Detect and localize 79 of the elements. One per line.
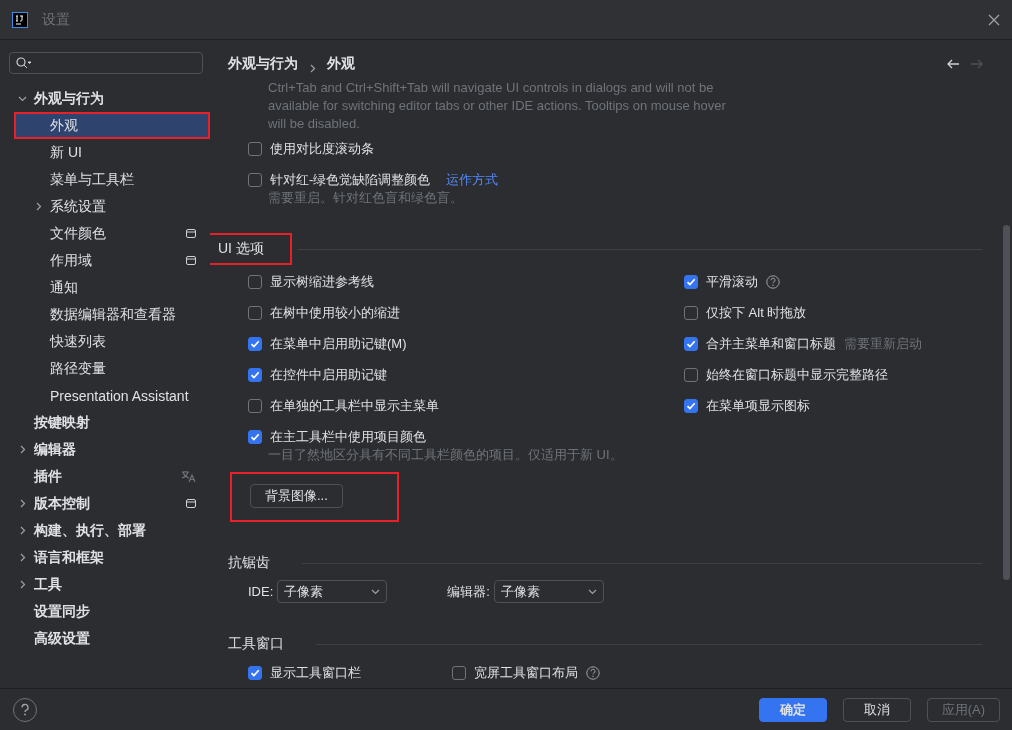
field-label: IDE: [248,584,274,599]
checkbox-label: 使用对比度滚动条 [270,139,374,158]
link[interactable]: 运作方式 [446,170,499,189]
sidebar-item[interactable]: 新 UI [0,139,210,166]
sidebar-item[interactable]: 系统设置 [0,193,210,220]
checkbox[interactable] [684,398,698,413]
sidebar-item[interactable]: 按键映射 [0,409,210,436]
checkbox[interactable] [248,336,262,351]
sidebar-item[interactable]: 高级设置 [0,625,210,652]
help-icon[interactable] [586,665,600,680]
info-text: Ctrl+Tab and Ctrl+Shift+Tab will navigate UI controls in dialogs and will not be available for switching editor tabs or other IDE actions. Tooltips on mouse hover will be disabled. [268,79,727,133]
sidebar-item[interactable]: 插件 [0,463,210,490]
sidebar-item[interactable]: 构建、执行、部署 [0,517,210,544]
chevron-down-icon [587,587,597,596]
sidebar-item[interactable]: 文件颜色 [0,220,210,247]
dialog-button[interactable]: 取消 [842,697,911,722]
sidebar-item[interactable]: 编辑器 [0,436,210,463]
hint-text: 需要重启。针对红色盲和绿色盲。 [268,189,464,207]
sidebar-item[interactable]: 路径变量 [0,355,210,382]
sidebar-item[interactable]: 外观与行为 [0,85,210,112]
note-text: 需要重新启动 [844,334,922,353]
background-image-button[interactable]: 背景图像... [250,484,343,508]
checkbox[interactable] [248,305,262,320]
checkbox-label: 显示树缩进参考线 [270,272,374,291]
checkbox-label: 平滑滚动 [706,272,758,291]
scrollbar[interactable] [1003,225,1010,580]
checkbox[interactable] [248,429,262,444]
checkbox[interactable] [248,274,262,289]
sidebar-item[interactable]: 语言和框架 [0,544,210,571]
sidebar-item[interactable]: 通知 [0,274,210,301]
dropdown[interactable]: 子像素 [277,580,388,603]
checkbox-label: 在控件中启用助记键 [270,365,387,384]
sidebar-item[interactable]: 外观 [14,112,210,139]
help-icon[interactable] [766,274,780,289]
checkbox-label: 在菜单项显示图标 [706,396,810,415]
window-title: 设置 [42,10,71,29]
sidebar-item[interactable]: Presentation Assistant [0,382,210,409]
search-icon [16,57,32,69]
section-title: 工具窗口 [228,634,285,653]
checkbox-label: 在菜单中启用助记键(M) [270,334,407,353]
checkbox[interactable] [248,172,262,187]
chevron-down-icon [371,587,381,596]
checkbox-label: 显示工具窗口栏 [270,663,361,682]
checkbox[interactable] [248,367,262,382]
search-field[interactable] [9,52,203,74]
checkbox[interactable] [248,141,262,156]
sidebar-item[interactable]: 工具 [0,571,210,598]
breadcrumb-item[interactable]: 外观与行为 [228,55,298,73]
checkbox[interactable] [684,305,698,320]
checkbox[interactable] [684,367,698,382]
back-arrow-icon[interactable] [946,57,960,71]
section-title: UI 选项 [210,235,290,263]
checkbox[interactable] [684,274,698,289]
close-icon[interactable] [988,13,1000,26]
sidebar-item[interactable]: 快速列表 [0,328,210,355]
checkbox-label: 针对红-绿色觉缺陷调整颜色 [270,170,431,189]
app-logo-icon [12,11,28,28]
chevron-right-icon [308,64,317,73]
section-title: 抗锯齿 [228,553,271,572]
sidebar-item[interactable]: 设置同步 [0,598,210,625]
checkbox-label: 在树中使用较小的缩进 [270,303,400,322]
checkbox[interactable] [452,665,466,680]
sidebar-item[interactable]: 版本控制 [0,490,210,517]
checkbox-label: 仅按下 Alt 时拖放 [706,303,807,322]
checkbox-label: 在主工具栏中使用项目颜色 [270,427,426,446]
checkbox-label: 始终在窗口标题中显示完整路径 [706,365,888,384]
sidebar-item[interactable]: 作用域 [0,247,210,274]
checkbox[interactable] [248,398,262,413]
breadcrumb-item: 外观 [327,55,355,73]
checkbox-label: 在单独的工具栏中显示主菜单 [270,396,439,415]
sidebar-item[interactable]: 菜单与工具栏 [0,166,210,193]
question-mark-icon [19,702,31,717]
checkbox[interactable] [248,665,262,680]
checkbox[interactable] [684,336,698,351]
dropdown[interactable]: 子像素 [493,580,604,603]
sidebar-item[interactable]: 数据编辑器和查看器 [0,301,210,328]
field-label: 编辑器: [447,582,490,601]
checkbox-label: 合并主菜单和窗口标题 [706,334,836,353]
checkbox-label: 宽屏工具窗口布局 [474,663,578,682]
